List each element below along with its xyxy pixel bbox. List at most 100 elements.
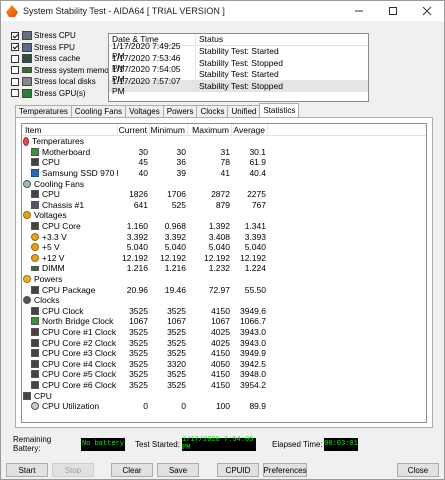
maximum-value: 879 (215, 199, 230, 210)
current-column-header[interactable]: Current (118, 124, 150, 135)
current-value: 3525 (129, 326, 148, 337)
category-row[interactable]: Voltages (22, 210, 426, 221)
preferences-button[interactable]: Preferences (263, 463, 307, 477)
sensor-row[interactable]: CPU Package 20.96 19.46 72.97 55.50 (22, 284, 426, 295)
stop-button[interactable]: Stop (52, 463, 94, 477)
sensor-row[interactable]: CPU Core #1 Clock 3525 3525 4025 3943.0 (22, 327, 426, 338)
stress-option[interactable]: Stress cache (11, 53, 107, 65)
sensor-row[interactable]: Chassis #1 641 525 879 767 (22, 200, 426, 211)
tab-temperatures[interactable]: Temperatures (15, 105, 72, 117)
statistics-table[interactable]: Item Current Minimum Maximum Average Tem… (21, 123, 427, 423)
close-window-button[interactable] (410, 1, 444, 21)
sensor-item: Powers (22, 274, 118, 285)
sensor-item: CPU (22, 157, 118, 168)
average-column-header[interactable]: Average (232, 124, 268, 135)
stress-checkbox[interactable] (11, 77, 19, 86)
sensor-label: +5 V (42, 242, 60, 253)
start-button[interactable]: Start (6, 463, 48, 477)
maximum-column-header[interactable]: Maximum (188, 124, 232, 135)
stress-option[interactable]: Stress system memory (11, 65, 115, 77)
minimize-button[interactable] (342, 1, 376, 21)
sensor-row[interactable]: CPU Core #3 Clock 3525 3525 4150 3949.9 (22, 348, 426, 359)
minimum-value: 3525 (167, 369, 186, 380)
minimum-value: 1067 (167, 316, 186, 327)
minimum-value: 3525 (167, 326, 186, 337)
tab-clocks[interactable]: Clocks (196, 105, 229, 117)
category-row[interactable]: Temperatures (22, 136, 426, 147)
sensor-row[interactable]: +5 V 5.040 5.040 5.040 5.040 (22, 242, 426, 253)
average-value: 12.192 (240, 252, 266, 263)
cpu-chip-icon (23, 391, 31, 400)
maximum-value: 4150 (211, 305, 230, 316)
sensor-label: Motherboard (42, 146, 91, 157)
tab-unified[interactable]: Unified (227, 105, 261, 117)
sensor-row[interactable]: Samsung SSD 970 EV... 40 39 41 40.4 (22, 168, 426, 179)
close-button[interactable]: Close (397, 463, 439, 477)
sensor-row[interactable]: CPU Core 1.160 0.968 1.392 1.341 (22, 221, 426, 232)
sensor-row[interactable]: CPU Core #6 Clock 3525 3525 4150 3954.2 (22, 380, 426, 391)
stress-option[interactable]: Stress GPU(s) (11, 88, 107, 100)
average-value: 3949.6 (240, 305, 266, 316)
maximum-value: 1.392 (208, 221, 230, 232)
stability-test-window: System Stability Test - AIDA64 [ TRIAL V… (0, 0, 445, 480)
average-value: 89.9 (249, 401, 266, 412)
sensor-row[interactable]: +3.3 V 3.392 3.392 3.408 3.393 (22, 231, 426, 242)
maximum-value: 5.040 (208, 242, 230, 253)
sensor-item: CPU Core #3 Clock (22, 348, 118, 359)
sensor-row[interactable]: DIMM 1.216 1.216 1.232 1.224 (22, 263, 426, 274)
cpuid-button[interactable]: CPUID (217, 463, 259, 477)
maximize-icon (389, 7, 397, 15)
stress-option[interactable]: Stress FPU (11, 42, 107, 54)
sensor-row[interactable]: CPU 1826 1706 2872 2275 (22, 189, 426, 200)
stress-checkbox[interactable] (11, 43, 19, 52)
tab-powers[interactable]: Powers (162, 105, 198, 117)
minimum-value: 3525 (167, 379, 186, 390)
stress-option[interactable]: Stress CPU (11, 30, 107, 42)
event-log[interactable]: Date & Time Status 1/17/2020 7:49:25 PM S… (108, 33, 369, 102)
current-value: 3.392 (126, 231, 148, 242)
minimum-value: 39 (176, 168, 186, 179)
sensor-row[interactable]: Motherboard 30 30 31 30.1 (22, 147, 426, 158)
category-row[interactable]: Cooling Fans (22, 178, 426, 189)
clear-button[interactable]: Clear (111, 463, 153, 477)
stress-checkbox[interactable] (11, 31, 19, 40)
sensor-label: CPU Core #3 Clock (42, 348, 117, 359)
event-log-row[interactable]: 1/17/2020 7:57:07 PM Stability Test: Stop… (109, 76, 368, 96)
maximum-value: 4050 (211, 358, 230, 369)
sensor-item: CPU Core (22, 221, 118, 232)
sensor-row[interactable]: CPU Utilization 0 0 100 89.9 (22, 401, 426, 412)
title-bar[interactable]: System Stability Test - AIDA64 [ TRIAL V… (1, 1, 444, 21)
battery-value: No battery (81, 437, 125, 451)
minimum-column-header[interactable]: Minimum (150, 124, 188, 135)
average-value: 1066.7 (240, 316, 266, 327)
category-row[interactable]: Clocks (22, 295, 426, 306)
sensor-row[interactable]: CPU Core #5 Clock 3525 3525 4150 3948.0 (22, 369, 426, 380)
sensor-row[interactable]: CPU Core #4 Clock 3525 3320 4050 3942.5 (22, 358, 426, 369)
save-button[interactable]: Save (157, 463, 199, 477)
sensor-row[interactable]: North Bridge Clock 1067 1067 1067 1066.7 (22, 316, 426, 327)
category-row[interactable]: Powers (22, 274, 426, 285)
item-column-header[interactable]: Item (22, 124, 118, 135)
sensor-row[interactable]: CPU Core #2 Clock 3525 3525 4025 3943.0 (22, 337, 426, 348)
stress-checkbox[interactable] (11, 89, 19, 98)
stress-option[interactable]: Stress local disks (11, 76, 107, 88)
window-controls (342, 1, 444, 21)
cpu-chip-icon (31, 285, 39, 294)
sensor-item: CPU (22, 390, 118, 401)
tab-cooling-fans[interactable]: Cooling Fans (70, 105, 127, 117)
sensor-row[interactable]: +12 V 12.192 12.192 12.192 12.192 (22, 253, 426, 264)
tab-statistics[interactable]: Statistics (259, 103, 300, 117)
category-row[interactable]: CPU (22, 390, 426, 401)
status-column-header[interactable]: Status (196, 34, 223, 44)
stress-checkbox[interactable] (11, 54, 19, 63)
sensor-row[interactable]: CPU 45 36 78 61.9 (22, 157, 426, 168)
maximum-value: 78 (220, 157, 230, 168)
sensor-row[interactable]: CPU Clock 3525 3525 4150 3949.6 (22, 306, 426, 317)
tab-voltages[interactable]: Voltages (125, 105, 164, 117)
sensor-label: CPU Core #5 Clock (42, 369, 117, 380)
stress-checkbox[interactable] (11, 66, 19, 75)
sensor-item: Chassis #1 (22, 200, 118, 211)
sensor-label: CPU Package (42, 284, 96, 295)
sensor-item: Motherboard (22, 147, 118, 158)
maximize-button[interactable] (376, 1, 410, 21)
